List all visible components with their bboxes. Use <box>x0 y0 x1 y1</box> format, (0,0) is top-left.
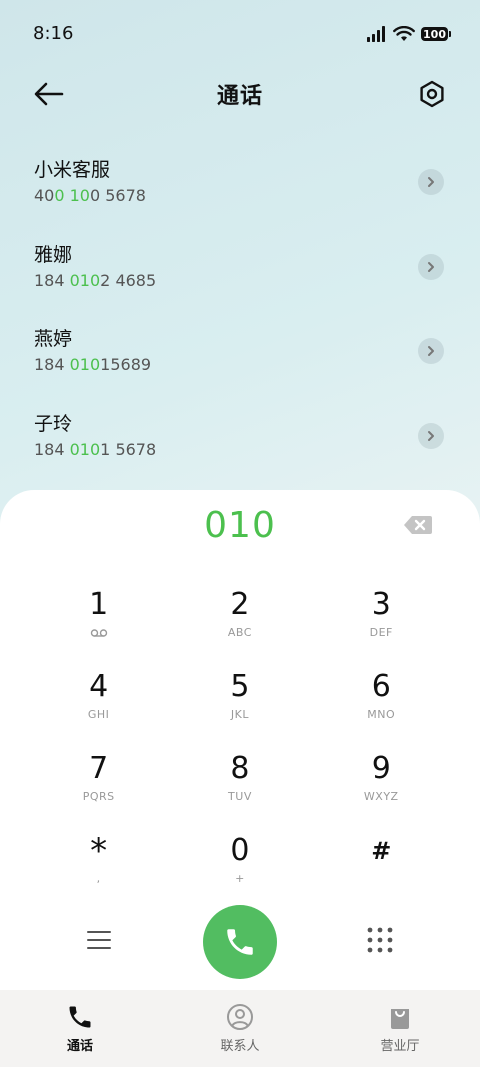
call-button[interactable] <box>203 905 277 979</box>
dialpad-grid-icon[interactable] <box>367 927 393 953</box>
key-star[interactable]: * , <box>28 826 169 908</box>
key-2[interactable]: 2 ABC <box>169 580 310 662</box>
contact-number: 184 01015689 <box>34 355 152 375</box>
contact-row[interactable]: 子玲 184 0101 5678 <box>0 394 480 479</box>
keypad: 1 2 ABC 3 DEF 4 GHI 5 JKL 6 MNO 7 PQRS 8… <box>28 580 452 908</box>
tab-contacts[interactable]: 联系人 <box>160 990 320 1067</box>
contact-name: 雅娜 <box>34 243 73 266</box>
key-4[interactable]: 4 GHI <box>28 662 169 744</box>
key-1[interactable]: 1 <box>28 580 169 662</box>
header: 通话 <box>0 68 480 120</box>
contact-number: 184 0101 5678 <box>34 439 157 459</box>
voicemail-icon <box>90 629 107 637</box>
detail-chevron-icon[interactable] <box>418 338 444 365</box>
tab-service-hall[interactable]: 营业厅 <box>320 990 480 1067</box>
contact-number: 400 100 5678 <box>34 186 146 206</box>
contact-info: 燕婷 184 01015689 <box>34 326 151 376</box>
key-8[interactable]: 8 TUV <box>169 744 310 826</box>
wifi-icon <box>393 26 415 41</box>
contact-name: 子玲 <box>34 412 73 435</box>
tab-label: 联系人 <box>220 1039 260 1054</box>
detail-chevron-icon[interactable] <box>418 169 444 196</box>
status-bar: 8:16 100 <box>0 0 480 68</box>
detail-chevron-icon[interactable] <box>418 422 444 449</box>
match-highlight: 010 <box>69 270 101 290</box>
contact-results-list: 小米客服 400 100 5678 雅娜 184 0102 4685 燕婷 18… <box>0 140 480 478</box>
phone-icon <box>69 1006 91 1028</box>
match-highlight: 010 <box>69 355 101 375</box>
backspace-icon[interactable] <box>403 514 433 536</box>
settings-icon[interactable] <box>417 79 447 109</box>
tab-calls[interactable]: 通话 <box>0 990 160 1067</box>
key-3[interactable]: 3 DEF <box>311 580 452 662</box>
status-icons: 100 <box>367 26 451 42</box>
dialer-actions <box>0 905 480 981</box>
tab-label: 通话 <box>66 1039 93 1054</box>
contact-info: 雅娜 184 0102 4685 <box>34 242 156 292</box>
contact-info: 小米客服 400 100 5678 <box>34 157 146 207</box>
contact-row[interactable]: 雅娜 184 0102 4685 <box>0 225 480 310</box>
page-title: 通话 <box>216 84 263 109</box>
key-hash[interactable]: # <box>311 826 452 908</box>
menu-icon[interactable] <box>87 929 111 951</box>
signal-icon <box>367 26 385 42</box>
person-icon <box>227 1004 253 1030</box>
contact-number: 184 0102 4685 <box>34 270 157 290</box>
contact-row[interactable]: 燕婷 184 01015689 <box>0 309 480 394</box>
match-highlight: 010 <box>69 439 101 459</box>
contact-name: 燕婷 <box>34 328 73 351</box>
key-5[interactable]: 5 JKL <box>169 662 310 744</box>
phone-icon <box>227 929 253 955</box>
detail-chevron-icon[interactable] <box>418 253 444 280</box>
contact-name: 小米客服 <box>34 159 111 182</box>
battery-icon: 100 <box>421 27 451 41</box>
contact-info: 子玲 184 0101 5678 <box>34 411 156 461</box>
match-highlight: 0 10 <box>54 186 90 206</box>
contact-row[interactable]: 小米客服 400 100 5678 <box>0 140 480 225</box>
back-arrow-icon[interactable] <box>32 80 66 108</box>
key-9[interactable]: 9 WXYZ <box>311 744 452 826</box>
key-6[interactable]: 6 MNO <box>311 662 452 744</box>
bag-icon <box>391 1009 409 1029</box>
tab-label: 营业厅 <box>380 1039 420 1054</box>
bottom-tab-bar: 通话 联系人 营业厅 <box>0 990 480 1067</box>
status-time: 8:16 <box>33 22 74 44</box>
key-7[interactable]: 7 PQRS <box>28 744 169 826</box>
key-0[interactable]: 0 + <box>169 826 310 908</box>
